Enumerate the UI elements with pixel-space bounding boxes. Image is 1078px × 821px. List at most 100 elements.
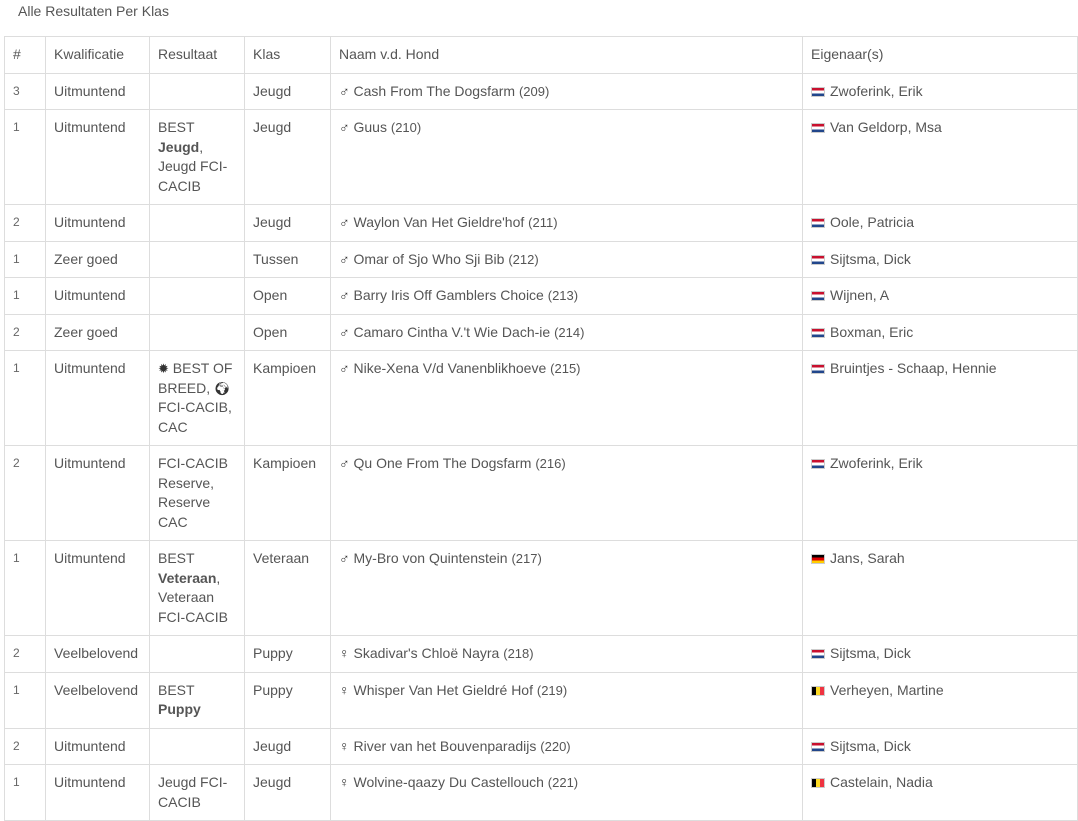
cell-dog-name: ♂ Nike-Xena V/d Vanenblikhoeve (215) <box>330 350 803 446</box>
table-row: 1 Uitmuntend Jeugd FCI-CACIB Jeugd ♀ Wolv… <box>4 764 1078 821</box>
belgium-flag-icon <box>811 685 825 696</box>
dog-name-link[interactable]: River van het Bouvenparadijs <box>354 738 537 754</box>
netherlands-flag-icon <box>811 741 825 752</box>
dog-name-link[interactable]: Nike-Xena V/d Vanenblikhoeve <box>354 360 547 376</box>
col-header-klas[interactable]: Klas <box>244 36 331 74</box>
cell-klas: Jeugd <box>244 727 331 765</box>
cell-num: 1 <box>4 109 46 205</box>
cell-dog-name: ♂ Qu One From The Dogsfarm (216) <box>330 445 803 541</box>
netherlands-flag-icon <box>811 218 825 228</box>
cell-resultaat: BEST Veteraan, Veteraan FCI-CACIB <box>149 540 245 636</box>
owner-name: Sijtsma, Dick <box>830 250 911 267</box>
table-row: 1 Uitmuntend BEST Jeugd, Jeugd FCI-CACIB… <box>4 109 1078 205</box>
cell-klas: Jeugd <box>244 204 331 242</box>
cell-owner: Sijtsma, Dick <box>802 635 1078 673</box>
catalog-number: (212) <box>508 251 539 267</box>
cell-resultaat <box>149 204 245 242</box>
cell-dog-name: ♂ Cash From The Dogsfarm (209) <box>330 72 803 110</box>
cell-resultaat <box>149 277 245 315</box>
male-icon: ♂ <box>339 82 350 99</box>
catalog-number: (210) <box>390 120 422 135</box>
cell-klas: Jeugd <box>244 109 331 205</box>
owner-name: Boxman, Eric <box>830 323 914 340</box>
table-row: 2 Veelbelovend Puppy ♀ Skadivar's Chloë N… <box>4 635 1078 673</box>
dog-name-link[interactable]: Guus <box>354 119 387 135</box>
cell-kwalificatie: Uitmuntend <box>45 109 150 205</box>
cell-owner: Castelain, Nadia <box>802 764 1078 821</box>
dog-name-link[interactable]: Qu One From The Dogsfarm <box>354 455 532 471</box>
cell-dog-name: ♀ Whisper Van Het Gieldré Hof (219) <box>330 671 803 729</box>
cell-dog-name: ♂ Barry Iris Off Gamblers Choice (213) <box>330 277 803 315</box>
sun-burst-icon: ✹ <box>158 361 169 376</box>
dog-name-link[interactable]: My-Bro von Quintenstein <box>354 550 508 566</box>
owner-name: Zwoferink, Erik <box>830 455 923 471</box>
dog-name-link[interactable]: Cash From The Dogsfarm <box>354 83 516 99</box>
male-icon: ♂ <box>339 119 350 135</box>
cell-owner: Bruintjes - Schaap, Hennie <box>802 350 1078 446</box>
catalog-number: (216) <box>535 456 566 471</box>
cell-owner: Wijnen, A <box>802 277 1078 315</box>
cell-klas: Kampioen <box>244 445 331 541</box>
cell-kwalificatie: Uitmuntend <box>45 72 150 110</box>
cell-resultaat: Jeugd FCI-CACIB <box>149 764 245 821</box>
netherlands-flag-icon <box>811 649 825 659</box>
cell-resultaat <box>149 240 245 278</box>
cell-klas: Puppy <box>244 671 331 729</box>
catalog-number: (219) <box>536 682 568 698</box>
col-header-kwalificatie[interactable]: Kwalificatie <box>45 36 150 74</box>
male-icon: ♂ <box>339 550 350 566</box>
dog-name-link[interactable]: Barry Iris Off Gamblers Choice <box>354 287 544 303</box>
col-header-eigenaar[interactable]: Eigenaar(s) <box>802 36 1078 74</box>
dog-name-link[interactable]: Wolvine-qaazy Du Castellouch <box>354 774 544 790</box>
dog-name-link[interactable]: Camaro Cintha V.'t Wie Dach-ie <box>354 324 551 340</box>
netherlands-flag-icon <box>811 459 825 469</box>
cell-num: 1 <box>4 350 46 446</box>
cell-resultaat <box>149 727 245 765</box>
result-text: Jeugd FCI-CACIB <box>158 774 228 810</box>
cell-num: 2 <box>4 313 46 351</box>
cell-dog-name: ♂ Omar of Sjo Who Sji Bib (212) <box>330 240 803 278</box>
cell-klas: Kampioen <box>244 350 331 446</box>
result-text: FCI-CACIB Reserve, Reserve CAC <box>158 455 228 530</box>
dog-name-link[interactable]: Skadivar's Chloë Nayra <box>354 645 500 661</box>
table-row: 1 Veelbelovend BEST Puppy Puppy ♀ Whisper… <box>4 671 1078 729</box>
cell-resultaat <box>149 635 245 673</box>
results-table: # Kwalificatie Resultaat Klas Naam v.d. … <box>4 36 1078 821</box>
catalog-number: (214) <box>554 324 585 340</box>
cell-dog-name: ♂ Waylon Van Het Gieldre'hof (211) <box>330 204 803 242</box>
cell-klas: Puppy <box>244 635 331 673</box>
table-row: 1 Uitmuntend Open ♂ Barry Iris Off Gamble… <box>4 277 1078 315</box>
cell-num: 1 <box>4 277 46 315</box>
result-class-bold: Veteraan <box>158 569 217 586</box>
catalog-number: (213) <box>547 288 579 303</box>
owner-name: Oole, Patricia <box>830 214 915 230</box>
table-row: 2 Zeer goed Open ♂ Camaro Cintha V.'t Wie… <box>4 313 1078 351</box>
male-icon: ♂ <box>339 360 350 376</box>
dog-name-link[interactable]: Waylon Van Het Gieldre'hof <box>354 214 525 230</box>
result-text-extra: FCI-CACIB, CAC <box>158 399 232 435</box>
col-header-resultaat[interactable]: Resultaat <box>149 36 245 74</box>
netherlands-flag-icon <box>811 123 825 133</box>
cell-kwalificatie: Uitmuntend <box>45 445 150 541</box>
owner-name: Verheyen, Martine <box>830 681 944 698</box>
cell-owner: Sijtsma, Dick <box>802 240 1078 278</box>
cell-dog-name: ♀ Skadivar's Chloë Nayra (218) <box>330 635 803 673</box>
netherlands-flag-icon <box>811 327 825 338</box>
cell-resultaat <box>149 313 245 351</box>
cell-kwalificatie: Veelbelovend <box>45 635 150 673</box>
dog-name-link[interactable]: Omar of Sjo Who Sji Bib <box>354 251 505 267</box>
catalog-number: (218) <box>503 646 534 661</box>
netherlands-flag-icon <box>811 254 825 265</box>
female-icon: ♀ <box>339 681 350 698</box>
cell-kwalificatie: Uitmuntend <box>45 540 150 636</box>
cell-kwalificatie: Veelbelovend <box>45 671 150 729</box>
col-header-num[interactable]: # <box>4 36 46 74</box>
col-header-naam[interactable]: Naam v.d. Hond <box>330 36 803 74</box>
cell-owner: Sijtsma, Dick <box>802 727 1078 765</box>
table-header-row: # Kwalificatie Resultaat Klas Naam v.d. … <box>4 36 1078 74</box>
cell-dog-name: ♀ River van het Bouvenparadijs (220) <box>330 727 803 765</box>
male-icon: ♂ <box>339 323 350 340</box>
table-row: 2 Uitmuntend FCI-CACIB Reserve, Reserve … <box>4 445 1078 541</box>
dog-name-link[interactable]: Whisper Van Het Gieldré Hof <box>354 682 533 698</box>
table-row: 2 Uitmuntend Jeugd ♀ River van het Bouven… <box>4 727 1078 765</box>
